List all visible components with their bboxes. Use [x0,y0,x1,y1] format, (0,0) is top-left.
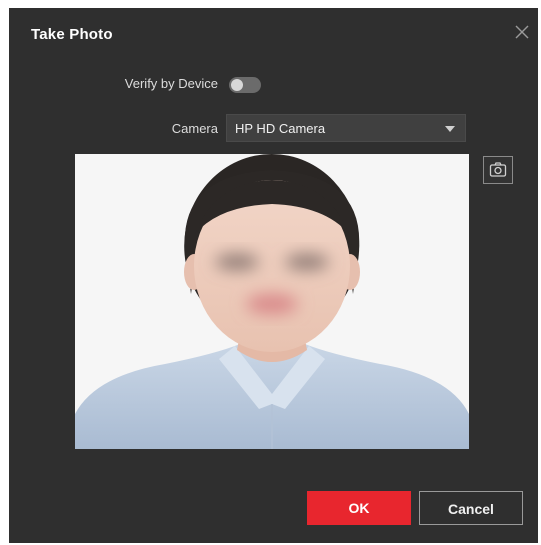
chevron-down-icon [445,126,455,132]
toggle-knob [231,79,243,91]
close-icon[interactable] [510,20,534,44]
verify-by-device-toggle[interactable] [229,77,261,93]
camera-preview [75,154,469,449]
camera-select-value: HP HD Camera [235,121,326,136]
take-photo-dialog: Take Photo Verify by Device Camera HP HD… [9,8,538,543]
verify-by-device-label: Verify by Device [124,76,218,91]
portrait-photo [75,154,469,449]
camera-row: Camera HP HD Camera [9,114,538,142]
camera-icon [489,162,507,177]
cancel-button[interactable]: Cancel [419,491,523,525]
ok-button[interactable]: OK [307,491,411,525]
capture-button[interactable] [483,156,513,184]
camera-label: Camera [171,121,218,136]
verify-row: Verify by Device [9,74,538,96]
dialog-title: Take Photo [31,26,113,43]
camera-select[interactable]: HP HD Camera [226,114,466,142]
